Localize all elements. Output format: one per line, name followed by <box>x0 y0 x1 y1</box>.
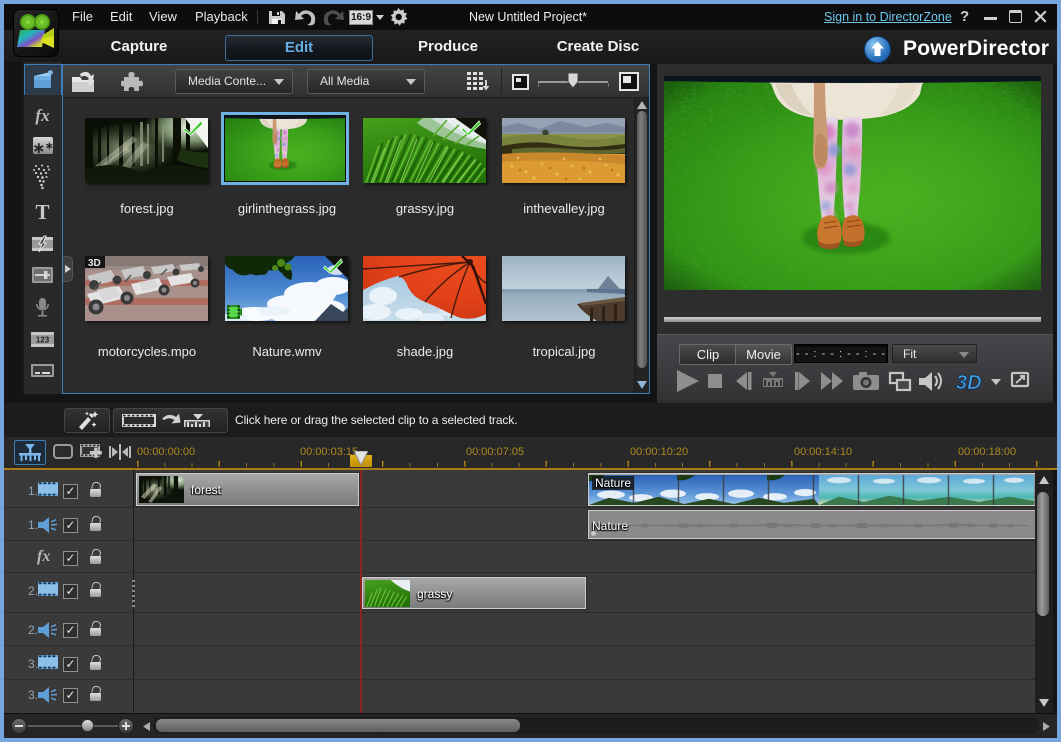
svg-text:3D: 3D <box>88 258 101 269</box>
svg-text:123: 123 <box>36 336 50 345</box>
svg-text:3D: 3D <box>956 372 982 394</box>
